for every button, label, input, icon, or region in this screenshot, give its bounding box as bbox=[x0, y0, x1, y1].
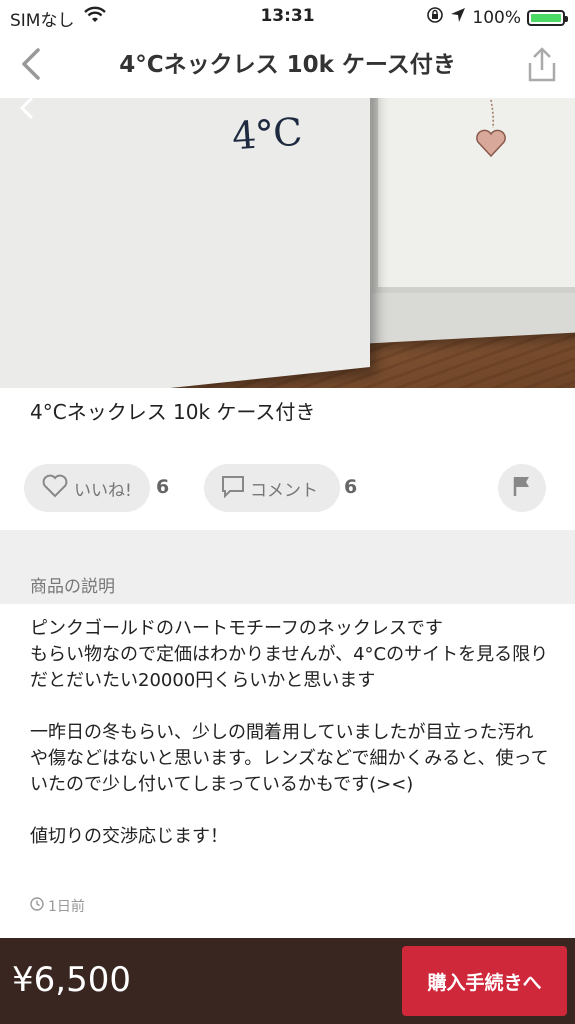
page-title: 4°Cネックレス 10k ケース付き bbox=[119, 52, 456, 78]
description-spacer bbox=[30, 694, 550, 720]
posted-label: 1日前 bbox=[48, 899, 85, 915]
report-button[interactable] bbox=[498, 464, 546, 512]
purchase-bar: ¥6,500 購入手続きへ bbox=[0, 938, 575, 1024]
description-paragraph: 値切りの交渉応じます！ bbox=[30, 826, 228, 847]
chevron-left-icon bbox=[14, 98, 38, 122]
description-paragraph: 一昨日の冬もらい、少しの間着用していましたが目立った汚れや傷などはないと思います… bbox=[30, 722, 549, 795]
orientation-lock-icon bbox=[426, 6, 444, 29]
description-spacer bbox=[30, 798, 550, 824]
flag-icon bbox=[512, 475, 532, 501]
status-right: 100% bbox=[426, 6, 568, 29]
purchase-button[interactable]: 購入手続きへ bbox=[402, 946, 567, 1016]
like-label: いいね! bbox=[74, 480, 132, 501]
heart-icon bbox=[42, 474, 68, 503]
navigation-bar: 4°Cネックレス 10k ケース付き bbox=[0, 32, 575, 98]
like-button[interactable]: いいね! bbox=[24, 464, 150, 512]
description-header: 商品の説明 bbox=[0, 530, 575, 604]
comment-count: 6 bbox=[344, 476, 358, 498]
like-count: 6 bbox=[156, 476, 170, 498]
necklace-chain-icon bbox=[486, 98, 500, 130]
brand-logo: 4°C bbox=[230, 109, 303, 159]
price: ¥6,500 bbox=[12, 960, 131, 1000]
comment-button[interactable]: コメント bbox=[204, 464, 340, 512]
gift-box bbox=[0, 98, 370, 388]
posted-time: 1日前 bbox=[30, 896, 85, 916]
location-icon bbox=[450, 7, 466, 28]
battery-percent: 100% bbox=[472, 7, 521, 28]
description-paragraph: ピンクゴールドのハートモチーフのネックレスです もらい物なので定価はわかりません… bbox=[30, 618, 549, 691]
item-description: ピンクゴールドのハートモチーフのネックレスです もらい物なので定価はわかりません… bbox=[30, 616, 550, 850]
status-bar: SIMなし 13:31 100% bbox=[0, 0, 575, 32]
heart-pendant-icon bbox=[474, 128, 508, 158]
item-title: 4°Cネックレス 10k ケース付き bbox=[30, 400, 316, 424]
clock-icon bbox=[30, 897, 44, 915]
section-title: 商品の説明 bbox=[30, 577, 115, 597]
battery-icon bbox=[527, 9, 568, 26]
comment-icon bbox=[220, 474, 246, 503]
comment-label: コメント bbox=[250, 480, 318, 501]
product-photo[interactable]: 4°C bbox=[0, 98, 575, 388]
back-button[interactable] bbox=[14, 44, 50, 84]
share-button[interactable] bbox=[525, 46, 559, 84]
